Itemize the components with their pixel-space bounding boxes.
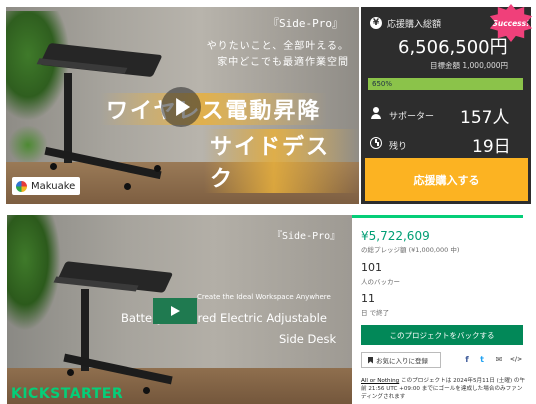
product-tag: 『Side-Pro』 bbox=[268, 17, 343, 30]
funding-progress-bar bbox=[352, 215, 523, 218]
embed-icon[interactable]: </> bbox=[510, 354, 522, 364]
play-button[interactable] bbox=[161, 87, 201, 127]
days-label: 日 で終了 bbox=[361, 309, 390, 317]
yen-icon: ¥ bbox=[370, 17, 382, 29]
total-value: 6,506,500円 bbox=[398, 37, 508, 58]
banner-subtitle: サイドデスク bbox=[204, 129, 359, 193]
total-label: 応援購入総額 bbox=[387, 20, 442, 30]
supporter-icon bbox=[370, 107, 382, 119]
email-icon[interactable]: ✉ bbox=[494, 354, 504, 364]
twitter-icon[interactable]: t bbox=[477, 354, 487, 364]
catch-line: 家中どこでも最適作業空間 bbox=[217, 57, 349, 68]
backers-label: 人のバッカー bbox=[361, 278, 400, 286]
title-line-1: Battery-Powered Electric Adjustable bbox=[121, 311, 327, 325]
tagline: Create the Ideal Workspace Anywhere bbox=[197, 293, 331, 301]
makuake-logo: Makuake bbox=[12, 177, 80, 195]
pledged-sub: の総プレッジ額 (¥1,000,000 中) bbox=[361, 246, 460, 254]
funding-progress-bar: 650% bbox=[368, 78, 523, 90]
bookmark-icon bbox=[368, 356, 373, 364]
success-badge-text: Success! bbox=[492, 18, 530, 28]
remaining-label: 残り bbox=[389, 142, 408, 152]
makuake-logo-text: Makuake bbox=[31, 180, 76, 192]
supporters-value: 157人 bbox=[460, 108, 510, 128]
backers-count: 101 bbox=[361, 261, 382, 274]
banner-title: ワイヤレス電動昇降 bbox=[100, 93, 328, 125]
play-button[interactable] bbox=[153, 298, 197, 324]
remaining-value: 19日 bbox=[472, 137, 511, 157]
clock-icon bbox=[370, 137, 382, 149]
makuake-hero-video[interactable]: 『Side-Pro』 やりたいこと、全部叶える。 家中どこでも最適作業空間 ワイ… bbox=[6, 7, 359, 204]
facebook-icon[interactable]: f bbox=[462, 354, 472, 364]
days-count: 11 bbox=[361, 292, 375, 305]
goal-label: 目標金額 1,000,000円 bbox=[430, 61, 509, 70]
back-project-button[interactable]: このプロジェクトをバックする bbox=[361, 325, 523, 345]
plant-decoration bbox=[7, 215, 61, 331]
catch-line: やりたいこと、全部叶える。 bbox=[206, 41, 349, 52]
title-line-2: Side Desk bbox=[279, 332, 337, 346]
remind-label: お気に入りに登録 bbox=[376, 357, 428, 365]
all-or-nothing-notice: All or Nothing このプロジェクトは 2024年5月11日 (土曜)… bbox=[361, 377, 526, 401]
remind-me-button[interactable]: お気に入りに登録 bbox=[361, 352, 441, 368]
kickstarter-logo: KICKSTARTER bbox=[11, 386, 124, 402]
support-purchase-button[interactable]: 応援購入する bbox=[365, 158, 528, 201]
all-or-nothing-link[interactable]: All or Nothing bbox=[361, 378, 399, 384]
progress-text: 650% bbox=[372, 80, 393, 88]
pledged-amount: ¥5,722,609 bbox=[361, 229, 430, 243]
catch-copy: やりたいこと、全部叶える。 家中どこでも最適作業空間 bbox=[207, 39, 349, 71]
makuake-logo-icon bbox=[16, 180, 27, 192]
plant-decoration bbox=[8, 125, 48, 165]
product-tag: 『Side-Pro』 bbox=[272, 231, 341, 242]
supporters-label: サポーター bbox=[389, 112, 435, 122]
